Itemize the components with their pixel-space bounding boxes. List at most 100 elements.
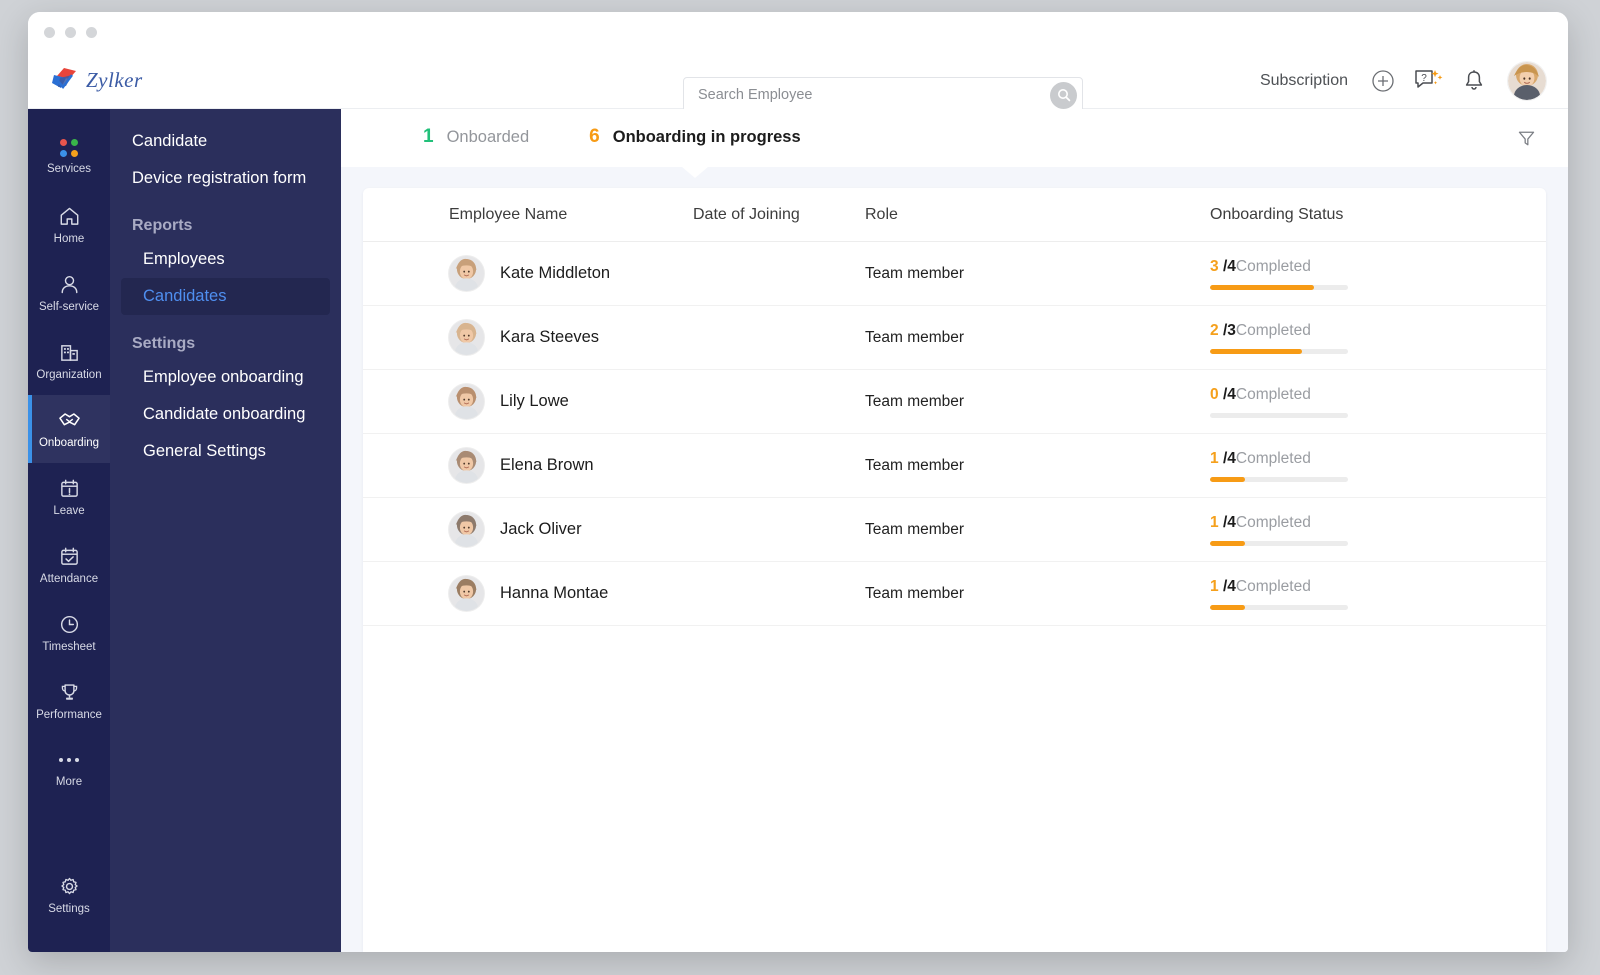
progress-fill xyxy=(1210,348,1303,354)
employee-role: Team member xyxy=(865,456,965,474)
employee-role: Team member xyxy=(865,264,965,282)
tab-onboarded[interactable]: 1 Onboarded xyxy=(423,109,529,167)
table-row[interactable]: Kate Middleton Team member 3 /4Completed xyxy=(363,242,1546,306)
trophy-icon xyxy=(59,682,80,703)
status-completed-word: Completed xyxy=(1235,449,1311,467)
search-employee-box[interactable] xyxy=(683,77,1083,113)
table-row[interactable]: Hanna Montae Team member 1 /4Completed xyxy=(363,562,1546,626)
search-input[interactable] xyxy=(698,87,1050,103)
sidebar-item-onboarding[interactable]: Onboarding xyxy=(28,395,110,463)
progress-fill xyxy=(1210,540,1245,546)
sidebar-label: Leave xyxy=(53,504,85,517)
table-row[interactable]: Jack Oliver Team member 1 /4Completed xyxy=(363,498,1546,562)
progress-track xyxy=(1210,348,1348,354)
sidebar-label: Timesheet xyxy=(42,640,96,653)
tab-label: Onboarded xyxy=(446,128,530,146)
status-completed-count: 2 xyxy=(1210,321,1223,339)
app-window: Zylker Subscription xyxy=(28,12,1568,952)
onboarding-status: 1 /4Completed xyxy=(1210,450,1546,482)
sidebar-label: Self-service xyxy=(38,300,100,313)
table-body: Kate Middleton Team member 3 /4Completed Ka… xyxy=(363,242,1546,626)
avatar xyxy=(449,576,484,611)
sidebar-label: Home xyxy=(53,232,85,245)
table-row[interactable]: Kara Steeves Team member 2 /3Completed xyxy=(363,306,1546,370)
progress-track xyxy=(1210,540,1348,546)
tab-count: 1 xyxy=(423,126,434,147)
submenu-item-general-settings[interactable]: General Settings xyxy=(121,433,330,470)
sidebar-item-self-service[interactable]: Self-service xyxy=(28,259,110,327)
employee-role: Team member xyxy=(865,584,965,602)
progress-fill xyxy=(1210,284,1314,290)
sidebar-item-home[interactable]: Home xyxy=(28,191,110,259)
employee-name: Kara Steeves xyxy=(500,328,600,346)
status-completed-count: 1 xyxy=(1210,577,1223,595)
onboarding-status: 1 /4Completed xyxy=(1210,578,1546,610)
submenu-item-device-registration-form[interactable]: Device registration form xyxy=(121,160,330,197)
candidates-table-card: Employee Name Date of Joining Role Onboa… xyxy=(363,188,1546,952)
window-minimize-dot[interactable] xyxy=(65,26,76,38)
onboarding-status: 1 /4Completed xyxy=(1210,514,1546,546)
building-icon xyxy=(59,342,80,363)
table-row[interactable]: Elena Brown Team member 1 /4Completed xyxy=(363,434,1546,498)
column-header-onboarding-status: Onboarding Status xyxy=(1210,205,1344,223)
employee-name: Jack Oliver xyxy=(500,520,582,538)
search-icon[interactable] xyxy=(1050,81,1077,109)
help-icon[interactable]: ? xyxy=(1414,68,1444,94)
secondary-sidebar: Candidate Device registration form Repor… xyxy=(110,109,341,952)
window-maximize-dot[interactable] xyxy=(86,26,97,38)
user-avatar[interactable] xyxy=(1508,61,1546,100)
status-tabbar: 1 Onboarded 6 Onboarding in progress xyxy=(341,109,1568,167)
status-total-count: /4 xyxy=(1222,385,1236,403)
sidebar-item-timesheet[interactable]: Timesheet xyxy=(28,599,110,667)
submenu-item-employee-onboarding[interactable]: Employee onboarding xyxy=(121,359,330,396)
tab-onboarding-in-progress[interactable]: 6 Onboarding in progress xyxy=(589,109,801,167)
employee-name: Lily Lowe xyxy=(500,392,569,410)
status-completed-word: Completed xyxy=(1235,385,1311,403)
status-total-count: /4 xyxy=(1222,513,1236,531)
onboarding-status: 0 /4Completed xyxy=(1210,386,1546,418)
notification-bell-icon[interactable] xyxy=(1463,69,1485,93)
submenu-item-candidate[interactable]: Candidate xyxy=(121,123,330,160)
submenu-group-reports: Reports xyxy=(132,217,193,234)
submenu-item-candidates[interactable]: Candidates xyxy=(121,278,330,315)
header-actions: Subscription ? xyxy=(1260,52,1546,109)
add-icon[interactable] xyxy=(1371,69,1395,93)
status-completed-count: 1 xyxy=(1210,449,1223,467)
sidebar-item-leave[interactable]: Leave xyxy=(28,463,110,531)
column-header-date-of-joining: Date of Joining xyxy=(693,205,800,223)
calendar-alert-icon xyxy=(59,478,80,499)
sidebar-label: More xyxy=(55,776,83,788)
sidebar-item-organization[interactable]: Organization xyxy=(28,327,110,395)
sidebar-item-attendance[interactable]: Attendance xyxy=(28,531,110,599)
status-completed-word: Completed xyxy=(1235,577,1311,595)
home-icon xyxy=(59,206,80,227)
handshake-icon xyxy=(58,410,81,431)
column-header-role: Role xyxy=(865,205,898,223)
sidebar-label: Performance xyxy=(36,708,102,721)
sidebar-item-more[interactable]: More xyxy=(28,735,110,803)
subscription-link[interactable]: Subscription xyxy=(1260,72,1352,90)
window-close-dot[interactable] xyxy=(44,26,55,38)
table-row[interactable]: Lily Lowe Team member 0 /4Completed xyxy=(363,370,1546,434)
user-icon xyxy=(59,274,80,295)
svg-text:?: ? xyxy=(1421,73,1427,84)
sidebar-item-services[interactable]: Services xyxy=(28,123,110,191)
progress-track xyxy=(1210,412,1348,418)
submenu-item-candidate-onboarding[interactable]: Candidate onboarding xyxy=(121,396,330,433)
submenu-group-settings: Settings xyxy=(132,335,196,352)
status-completed-word: Completed xyxy=(1235,321,1311,339)
table-header-row: Employee Name Date of Joining Role Onboa… xyxy=(363,188,1546,242)
status-completed-count: 1 xyxy=(1210,513,1223,531)
sidebar-label: Services xyxy=(46,163,92,175)
sidebar-item-settings[interactable]: Settings xyxy=(28,877,110,952)
sidebar-label: Settings xyxy=(48,902,90,915)
calendar-check-icon xyxy=(59,546,80,567)
sidebar-item-performance[interactable]: Performance xyxy=(28,667,110,735)
filter-funnel-icon[interactable] xyxy=(1508,120,1544,156)
avatar xyxy=(449,384,484,419)
submenu-item-employees[interactable]: Employees xyxy=(121,241,330,278)
clock-icon xyxy=(59,614,80,635)
brand-logo[interactable]: Zylker xyxy=(28,66,328,94)
employee-role: Team member xyxy=(865,392,965,410)
onboarding-status: 3 /4Completed xyxy=(1210,258,1546,290)
